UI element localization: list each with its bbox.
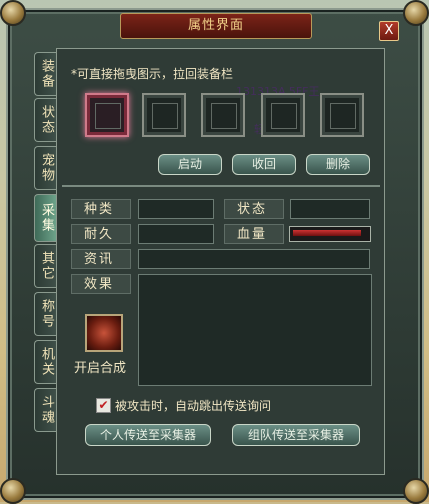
status-value [290, 199, 370, 219]
tab-title[interactable]: 称号 [34, 292, 57, 336]
divider [62, 185, 380, 187]
gather-slot[interactable] [201, 93, 245, 137]
effect-box [138, 274, 372, 386]
start-button[interactable]: 启动 [158, 154, 222, 175]
durability-value [138, 224, 214, 244]
delete-button[interactable]: 删除 [306, 154, 370, 175]
type-value [138, 199, 214, 219]
durability-label: 耐久 [71, 224, 131, 244]
slot-frame [330, 103, 356, 129]
slot-frame [95, 103, 121, 129]
tab-mechanism[interactable]: 机关 [34, 340, 57, 384]
auto-teleport-checkbox[interactable]: ✔ [96, 398, 111, 413]
hp-label: 血量 [224, 224, 284, 244]
gather-slot[interactable] [320, 93, 364, 137]
status-label: 状态 [224, 199, 284, 219]
synthesis-label: 开启合成 [74, 361, 127, 376]
tab-equipment[interactable]: 装备 [34, 52, 57, 96]
slot-frame [152, 103, 178, 129]
info-label: 资讯 [71, 249, 131, 269]
tab-pet[interactable]: 宠物 [34, 146, 57, 190]
team-teleport-button[interactable]: 组队传送至采集器 [232, 424, 360, 446]
effect-label: 效果 [71, 274, 131, 294]
tab-gather[interactable]: 采集 [34, 194, 57, 242]
corner-ornament-icon [0, 0, 26, 26]
type-label: 种类 [71, 199, 131, 219]
personal-teleport-button[interactable]: 个人传送至采集器 [85, 424, 211, 446]
corner-ornament-icon [403, 478, 429, 504]
gather-slot[interactable] [261, 93, 305, 137]
recover-button[interactable]: 收回 [232, 154, 296, 175]
synthesis-icon[interactable] [85, 314, 123, 352]
tab-fight-soul[interactable]: 斗魂 [34, 388, 57, 432]
slot-frame [271, 103, 297, 129]
corner-ornament-icon [0, 478, 26, 504]
close-button[interactable]: X [379, 21, 399, 41]
info-value [138, 249, 370, 269]
window-title: 属性界面 [120, 13, 312, 39]
tab-status[interactable]: 状态 [34, 98, 57, 142]
corner-ornament-icon [403, 0, 429, 26]
slot-frame [211, 103, 237, 129]
hp-bar-fill [293, 230, 361, 236]
gather-slot[interactable] [142, 93, 186, 137]
hp-bar [289, 226, 371, 242]
drag-hint: *可直接拖曳图示，拉回装备栏 [71, 67, 234, 81]
auto-teleport-label: 被攻击时，自动跳出传送询问 [115, 399, 272, 413]
tab-other[interactable]: 其它 [34, 244, 57, 288]
gather-slot[interactable] [85, 93, 129, 137]
